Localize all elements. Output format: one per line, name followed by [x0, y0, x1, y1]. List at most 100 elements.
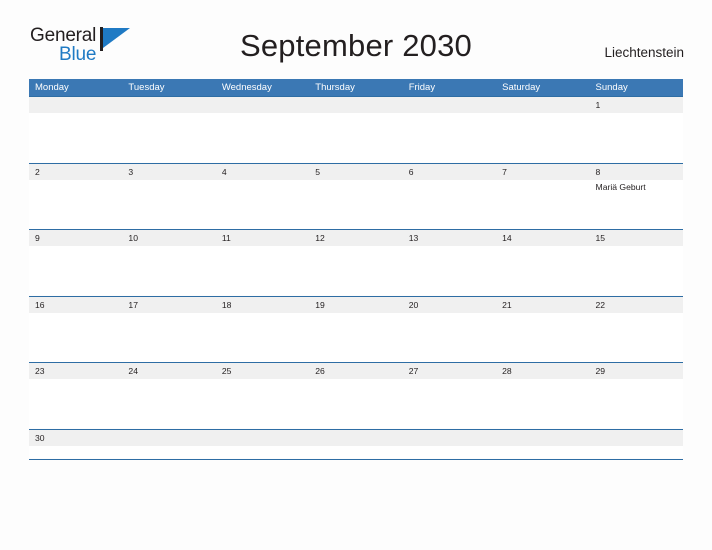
day-cell-1[interactable] [590, 113, 683, 162]
calendar-week-row: 23 24 25 26 27 28 29 [29, 362, 683, 429]
day-number-9[interactable]: 9 [29, 230, 122, 246]
day-cell-11[interactable] [216, 246, 309, 295]
day-number-21[interactable]: 21 [496, 297, 589, 313]
day-number-30[interactable]: 30 [29, 430, 122, 446]
calendar-week-row: 2 3 4 5 6 7 8 Mariä Geburt [29, 162, 683, 230]
day-number-empty [403, 97, 496, 113]
day-cell-27[interactable] [403, 379, 496, 428]
day-cell-empty [309, 113, 402, 162]
day-number-15[interactable]: 15 [590, 230, 683, 246]
day-number-25[interactable]: 25 [216, 363, 309, 379]
day-cell-30[interactable] [29, 446, 122, 458]
day-cell-18[interactable] [216, 313, 309, 362]
day-cell-empty [403, 446, 496, 458]
date-number-strip: 9 10 11 12 13 14 15 [29, 230, 683, 246]
day-number-17[interactable]: 17 [122, 297, 215, 313]
day-number-29[interactable]: 29 [590, 363, 683, 379]
day-cell-10[interactable] [122, 246, 215, 295]
day-number-empty [122, 430, 215, 446]
day-number-14[interactable]: 14 [496, 230, 589, 246]
day-number-20[interactable]: 20 [403, 297, 496, 313]
day-content-strip [29, 445, 683, 458]
weekday-header-wednesday: Wednesday [221, 82, 272, 93]
calendar-week-row: 30 [29, 428, 683, 459]
date-number-strip: 16 17 18 19 20 21 22 [29, 296, 683, 313]
day-cell-8[interactable]: Mariä Geburt [590, 180, 683, 229]
day-number-empty [496, 97, 589, 113]
day-content-strip [29, 312, 683, 362]
day-number-empty [29, 97, 122, 113]
day-cell-21[interactable] [496, 313, 589, 362]
day-number-16[interactable]: 16 [29, 297, 122, 313]
day-number-23[interactable]: 23 [29, 363, 122, 379]
day-cell-22[interactable] [590, 313, 683, 362]
day-number-13[interactable]: 13 [403, 230, 496, 246]
calendar-grid: Monday Tuesday Wednesday Thursday Friday Satu… [29, 79, 683, 460]
day-cell-13[interactable] [403, 246, 496, 295]
day-cell-empty [590, 446, 683, 458]
day-number-7[interactable]: 7 [496, 164, 589, 180]
calendar-bottom-rule [29, 458, 683, 460]
day-number-empty [590, 430, 683, 446]
day-number-18[interactable]: 18 [216, 297, 309, 313]
day-number-1[interactable]: 1 [590, 97, 683, 113]
day-number-empty [496, 430, 589, 446]
day-cell-14[interactable] [496, 246, 589, 295]
day-content-strip [29, 113, 683, 162]
day-number-empty [403, 430, 496, 446]
day-cell-20[interactable] [403, 313, 496, 362]
day-number-empty [216, 430, 309, 446]
day-cell-7[interactable] [496, 180, 589, 229]
date-number-strip: 1 [29, 97, 683, 113]
day-number-2[interactable]: 2 [29, 164, 122, 180]
day-cell-5[interactable] [309, 180, 402, 229]
day-cell-17[interactable] [122, 313, 215, 362]
day-number-empty [309, 97, 402, 113]
day-cell-6[interactable] [403, 180, 496, 229]
day-number-5[interactable]: 5 [309, 164, 402, 180]
day-cell-empty [496, 113, 589, 162]
day-cell-28[interactable] [496, 379, 589, 428]
weekday-header-thursday: Thursday [315, 82, 355, 93]
day-cell-3[interactable] [122, 180, 215, 229]
day-cell-24[interactable] [122, 379, 215, 428]
day-cell-23[interactable] [29, 379, 122, 428]
day-number-empty [122, 97, 215, 113]
day-cell-empty [403, 113, 496, 162]
day-number-12[interactable]: 12 [309, 230, 402, 246]
day-number-19[interactable]: 19 [309, 297, 402, 313]
weekday-header-row: Monday Tuesday Wednesday Thursday Friday Satu… [29, 79, 683, 96]
day-number-empty [216, 97, 309, 113]
day-cell-26[interactable] [309, 379, 402, 428]
day-number-3[interactable]: 3 [122, 164, 215, 180]
day-cell-12[interactable] [309, 246, 402, 295]
day-cell-16[interactable] [29, 313, 122, 362]
day-cell-empty [216, 113, 309, 162]
day-number-28[interactable]: 28 [496, 363, 589, 379]
day-number-24[interactable]: 24 [122, 363, 215, 379]
day-cell-29[interactable] [590, 379, 683, 428]
day-number-26[interactable]: 26 [309, 363, 402, 379]
day-number-4[interactable]: 4 [216, 164, 309, 180]
day-cell-19[interactable] [309, 313, 402, 362]
day-cell-2[interactable] [29, 180, 122, 229]
calendar-page: General Blue September 2030 Liechtenstei… [0, 0, 712, 550]
day-number-11[interactable]: 11 [216, 230, 309, 246]
day-cell-empty [496, 446, 589, 458]
weekday-header-tuesday: Tuesday [128, 82, 165, 93]
calendar-week-row: 16 17 18 19 20 21 22 [29, 295, 683, 363]
day-number-8[interactable]: 8 [590, 164, 683, 180]
day-number-6[interactable]: 6 [403, 164, 496, 180]
day-number-22[interactable]: 22 [590, 297, 683, 313]
day-cell-9[interactable] [29, 246, 122, 295]
day-cell-4[interactable] [216, 180, 309, 229]
day-number-10[interactable]: 10 [122, 230, 215, 246]
day-cell-empty [29, 113, 122, 162]
day-cell-15[interactable] [590, 246, 683, 295]
day-number-27[interactable]: 27 [403, 363, 496, 379]
day-content-strip: Mariä Geburt [29, 179, 683, 229]
date-number-strip: 23 24 25 26 27 28 29 [29, 363, 683, 379]
day-cell-25[interactable] [216, 379, 309, 428]
holiday-event: Mariä Geburt [595, 181, 646, 192]
day-cell-empty [122, 113, 215, 162]
